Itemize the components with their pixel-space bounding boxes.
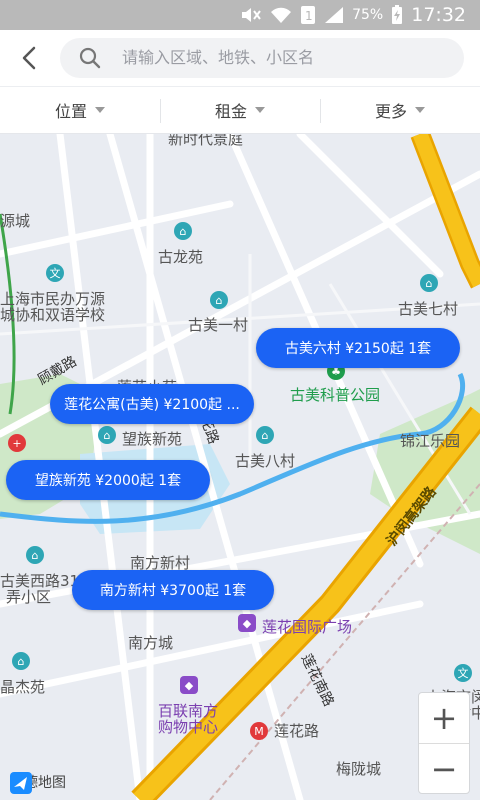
school-poi-icon: 文 [454, 664, 472, 682]
residential-poi-icon: ⌂ [98, 426, 116, 444]
label-gulongyuan: 古龙苑 [158, 248, 204, 266]
label-meilongcheng: 梅陇城 [336, 760, 382, 778]
label-xinshidai: 新时代景庭 [168, 134, 244, 148]
label-gumei1: 古美一村 [188, 316, 249, 334]
search-header: 请输入区域、地铁、小区名 [0, 30, 480, 86]
svg-text:1: 1 [305, 9, 313, 23]
search-placeholder: 请输入区域、地铁、小区名 [122, 48, 315, 67]
mute-icon [242, 8, 261, 22]
filter-location[interactable]: 位置 [0, 87, 160, 133]
status-time: 17:32 [411, 4, 466, 26]
amap-logo-icon [10, 772, 32, 794]
filter-rent-label: 租金 [214, 102, 247, 121]
residential-poi-icon: ⌂ [12, 652, 30, 670]
shopping-poi-icon: ◆ [180, 676, 198, 694]
label-jingjie: 晶杰苑 [0, 678, 46, 696]
zoom-out-button[interactable]: − [419, 744, 469, 794]
wifi-icon [271, 7, 292, 23]
residential-poi-icon: ⌂ [26, 546, 44, 564]
zoom-in-button[interactable]: + [419, 693, 469, 743]
search-icon [79, 47, 101, 69]
label-gumei7: 古美七村 [398, 300, 459, 318]
label-lianhua-plaza: 莲花国际广场 [262, 618, 353, 636]
residential-poi-icon: ⌂ [210, 291, 228, 309]
label-wangzu: 望族新苑 [122, 430, 183, 448]
caret-down-icon [255, 107, 265, 113]
sim-icon: 1 [301, 6, 316, 24]
filter-more[interactable]: 更多 [320, 87, 480, 133]
battery-percent: 75% [352, 7, 384, 23]
label-yuancheng: 源城 [0, 212, 31, 230]
shopping-poi-icon: ◆ [238, 614, 256, 632]
search-input[interactable]: 请输入区域、地铁、小区名 [60, 38, 464, 78]
label-nanfangcheng: 南方城 [128, 634, 174, 652]
caret-down-icon [415, 107, 425, 113]
zoom-control: + − [418, 692, 470, 794]
label-park: 古美科普公园 [290, 386, 381, 404]
filter-location-label: 位置 [54, 102, 87, 121]
residential-poi-icon: ⌂ [174, 222, 192, 240]
label-bailian-line2: 购物中心 [158, 718, 219, 736]
chevron-left-icon [22, 46, 36, 70]
amap-logo: 高德地图 [10, 772, 66, 794]
filter-bar: 位置 租金 更多 [0, 86, 480, 134]
label-lianhualu-station: 莲花路 [274, 722, 320, 740]
map-view[interactable]: 新时代景庭 源城 ⌂ 古龙苑 文 上海市民办万源 城协和双语学校 ⌂ 古美一村 … [0, 134, 480, 800]
battery-charging-icon [392, 5, 403, 24]
label-gumei8: 古美八村 [235, 452, 296, 470]
label-jinjiang: 锦江乐园 [400, 432, 461, 450]
back-button[interactable] [14, 42, 46, 74]
filter-rent[interactable]: 租金 [160, 87, 320, 133]
metro-station-icon: M [250, 722, 268, 740]
listing-bubble-lianhua-apartment[interactable]: 莲花公寓(古美) ¥2100起 ... [50, 384, 254, 424]
caret-down-icon [95, 107, 105, 113]
listing-bubble-wangzu[interactable]: 望族新苑 ¥2000起 1套 [6, 460, 210, 500]
hospital-poi-icon: + [8, 434, 26, 452]
school-poi-icon: 文 [46, 264, 64, 282]
signal-icon [325, 7, 344, 23]
filter-more-label: 更多 [374, 102, 407, 121]
residential-poi-icon: ⌂ [420, 274, 438, 292]
label-gumeixilu-line2: 弄小区 [6, 588, 52, 606]
label-school-line2: 城协和双语学校 [0, 306, 106, 324]
residential-poi-icon: ⌂ [256, 426, 274, 444]
listing-bubble-nanfang[interactable]: 南方新村 ¥3700起 1套 [72, 570, 274, 610]
status-bar: 1 75% 17:32 [0, 0, 480, 30]
listing-bubble-gumei6[interactable]: 古美六村 ¥2150起 1套 [256, 328, 460, 368]
